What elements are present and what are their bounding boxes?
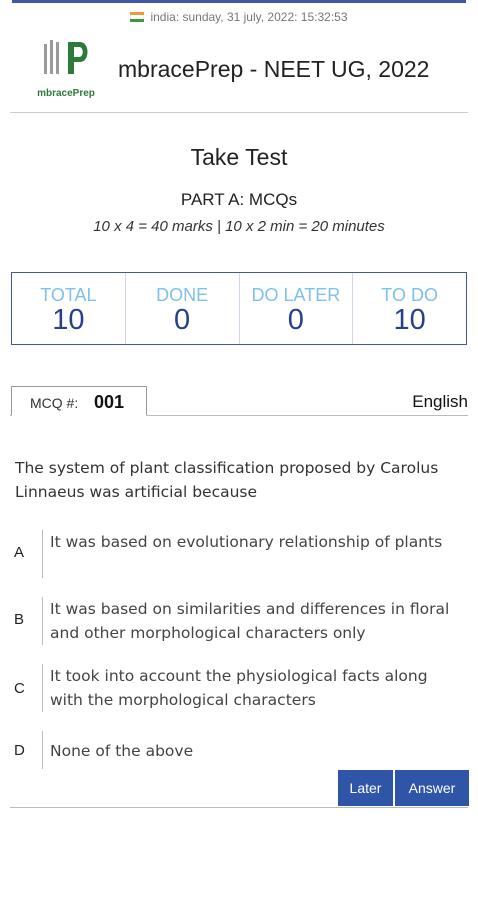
stat-value: 10 xyxy=(52,304,85,336)
option-text: It took into account the physiological f… xyxy=(50,667,428,709)
header-divider xyxy=(10,112,468,113)
option-letter: D xyxy=(14,742,25,759)
stats-panel: TOTAL 10 DONE 0 DO LATER 0 TO DO 10 xyxy=(11,272,467,345)
answer-button[interactable]: Answer xyxy=(395,770,469,806)
option-c[interactable]: C It took into account the physiological… xyxy=(14,664,464,712)
stat-value: 10 xyxy=(393,304,426,336)
marks-info: 10 x 4 = 40 marks | 10 x 2 min = 20 minu… xyxy=(93,218,385,235)
stat-done[interactable]: DONE 0 xyxy=(126,273,240,344)
option-b[interactable]: B It was based on similarities and diffe… xyxy=(14,597,464,645)
stat-label: DONE xyxy=(156,285,209,305)
option-text: None of the above xyxy=(50,742,194,760)
app-title: mbracePrep - NEET UG, 2022 xyxy=(118,56,430,82)
logo-text: mbracePrep xyxy=(37,88,95,99)
option-divider xyxy=(42,597,43,645)
part-title: PART A: MCQs xyxy=(180,190,298,209)
option-divider xyxy=(42,664,43,712)
later-button[interactable]: Later xyxy=(338,770,393,806)
language-selector[interactable]: English xyxy=(412,392,468,412)
page-title: Take Test xyxy=(190,144,288,170)
option-divider xyxy=(42,530,43,578)
status-bar: india: sunday, 31 july, 2022: 15:32:53 xyxy=(0,10,478,24)
stat-do-later[interactable]: DO LATER 0 xyxy=(240,273,354,344)
option-letter: C xyxy=(14,680,25,697)
stat-label: DO LATER xyxy=(251,285,341,305)
question-text: The system of plant classification propo… xyxy=(15,459,439,501)
mbraceprep-logo-icon[interactable]: mbracePrep xyxy=(30,38,102,102)
mcq-number-tab: MCQ #: 001 xyxy=(11,386,147,416)
stat-to-do[interactable]: TO DO 10 xyxy=(353,273,466,344)
option-d[interactable]: D None of the above xyxy=(14,731,464,769)
stat-value: 0 xyxy=(287,304,304,336)
option-letter: B xyxy=(14,611,25,628)
india-flag-icon xyxy=(130,12,145,22)
option-text: It was based on similarities and differe… xyxy=(50,600,450,642)
bottom-divider xyxy=(10,807,468,808)
mcq-number: 001 xyxy=(94,392,125,412)
option-letter: A xyxy=(14,544,25,561)
status-text: india: sunday, 31 july, 2022: 15:32:53 xyxy=(150,10,348,24)
option-text: It was based on evolutionary relationshi… xyxy=(50,533,443,551)
option-divider xyxy=(42,731,43,769)
app-header: mbracePrep mbracePrep - NEET UG, 2022 xyxy=(30,38,470,102)
stat-label: TO DO xyxy=(381,285,438,305)
mcq-label: MCQ #: xyxy=(30,395,79,411)
top-accent-line xyxy=(12,0,466,3)
stat-total[interactable]: TOTAL 10 xyxy=(12,273,126,344)
stat-value: 0 xyxy=(174,304,191,336)
option-a[interactable]: A It was based on evolutionary relations… xyxy=(14,530,464,578)
stat-label: TOTAL xyxy=(40,285,97,305)
